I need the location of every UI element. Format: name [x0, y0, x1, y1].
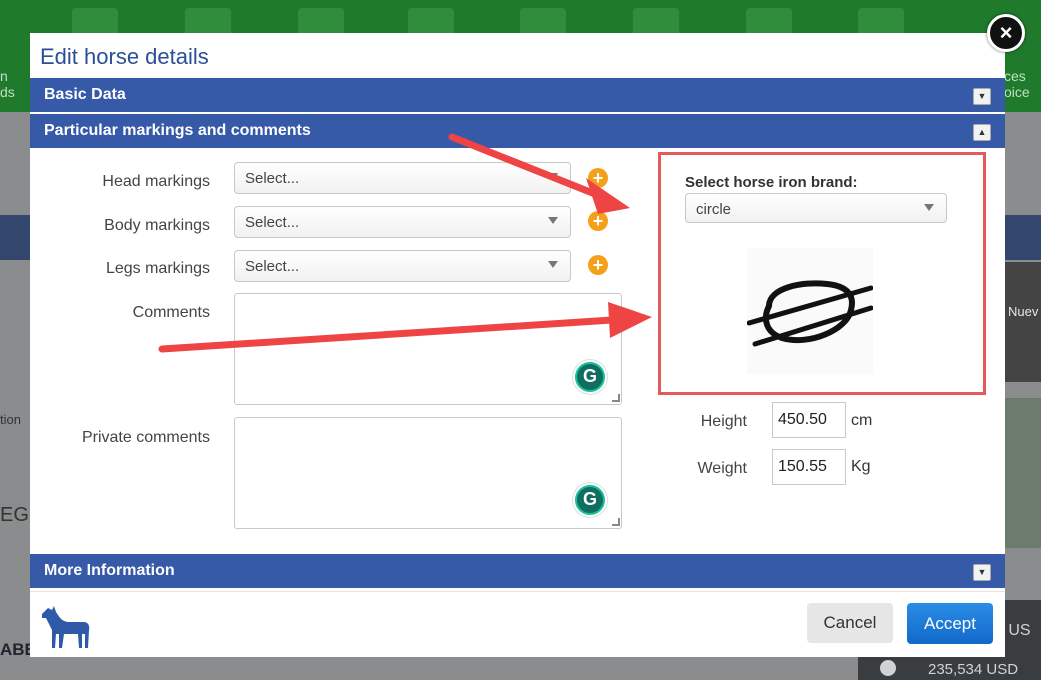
iron-brand-select[interactable]: circle [685, 193, 947, 223]
iron-brand-circle-icon [746, 248, 874, 374]
comments-label: Comments [132, 304, 210, 321]
section-markings-label: Particular markings and comments [44, 122, 311, 139]
chevron-down-icon [548, 261, 558, 268]
legs-markings-select[interactable]: Select... [234, 250, 571, 282]
horse-icon [40, 604, 92, 650]
plus-circle-icon[interactable]: + [588, 211, 608, 231]
modal-title: Edit horse details [40, 44, 209, 69]
head-markings-select[interactable]: Select... [234, 162, 571, 194]
weight-unit: Kg [851, 458, 871, 475]
bg-band-right [1005, 215, 1041, 260]
grammarly-icon[interactable]: G [573, 360, 607, 394]
height-input[interactable]: 450.50 [772, 402, 846, 438]
resize-handle[interactable] [612, 518, 620, 526]
legs-markings-label: Legs markings [105, 260, 210, 277]
iron-brand-panel: Select horse iron brand: circle [658, 152, 986, 395]
chevron-down-icon [924, 204, 934, 211]
cancel-button[interactable]: Cancel [807, 603, 893, 643]
grammarly-icon[interactable]: G [573, 483, 607, 517]
comments-textarea[interactable] [234, 293, 622, 405]
private-comments-textarea[interactable] [234, 417, 622, 529]
bg-nav-label-right: ces oice [1004, 68, 1030, 100]
section-more-information-label: More Information [44, 562, 175, 579]
chevron-down-icon[interactable]: ▼ [973, 564, 991, 581]
iron-brand-label: Select horse iron brand: [685, 174, 858, 191]
legs-markings-value: Select... [245, 258, 300, 275]
coin-icon [880, 660, 896, 676]
modal-header: Edit horse details [30, 33, 1005, 78]
height-unit: cm [851, 412, 873, 429]
plus-circle-icon[interactable]: + [588, 168, 608, 188]
body-markings-label: Body markings [104, 217, 210, 234]
bg-band-left [0, 215, 30, 260]
bg-nav-label-left: n ds [0, 68, 15, 100]
bg-video-panel [1005, 262, 1041, 382]
head-markings-label: Head markings [102, 173, 210, 190]
section-basic-data[interactable]: Basic Data ▼ [30, 78, 1005, 112]
close-icon[interactable]: × [987, 14, 1025, 52]
body-markings-select[interactable]: Select... [234, 206, 571, 238]
weight-label: Weight [697, 460, 747, 477]
chevron-down-icon [548, 217, 558, 224]
section-markings[interactable]: Particular markings and comments ▲ [30, 114, 1005, 148]
chevron-down-icon[interactable]: ▼ [973, 88, 991, 105]
modal-footer: Cancel Accept [30, 591, 1005, 657]
bg-right-link: Nuev [1008, 304, 1039, 319]
bg-usd-total: 235,534 USD [928, 661, 1019, 678]
section-more-information[interactable]: More Information ▼ [30, 554, 1005, 588]
bg-chart-panel [1005, 398, 1041, 548]
section-basic-data-label: Basic Data [44, 86, 126, 103]
weight-input[interactable]: 150.55 [772, 449, 846, 485]
body-markings-value: Select... [245, 214, 300, 231]
accept-button[interactable]: Accept [907, 603, 993, 644]
height-label: Height [700, 413, 747, 430]
plus-circle-icon[interactable]: + [588, 255, 608, 275]
head-markings-value: Select... [245, 170, 300, 187]
bg-left-small-text: tion [0, 412, 21, 427]
private-comments-label: Private comments [81, 429, 210, 446]
chevron-up-icon[interactable]: ▲ [973, 124, 991, 141]
bg-left-edge-text: EG [0, 504, 29, 526]
chevron-down-icon [548, 173, 558, 180]
edit-horse-modal: Edit horse details Basic Data ▼ Particul… [30, 33, 1005, 657]
iron-brand-value: circle [696, 201, 732, 218]
resize-handle[interactable] [612, 394, 620, 402]
